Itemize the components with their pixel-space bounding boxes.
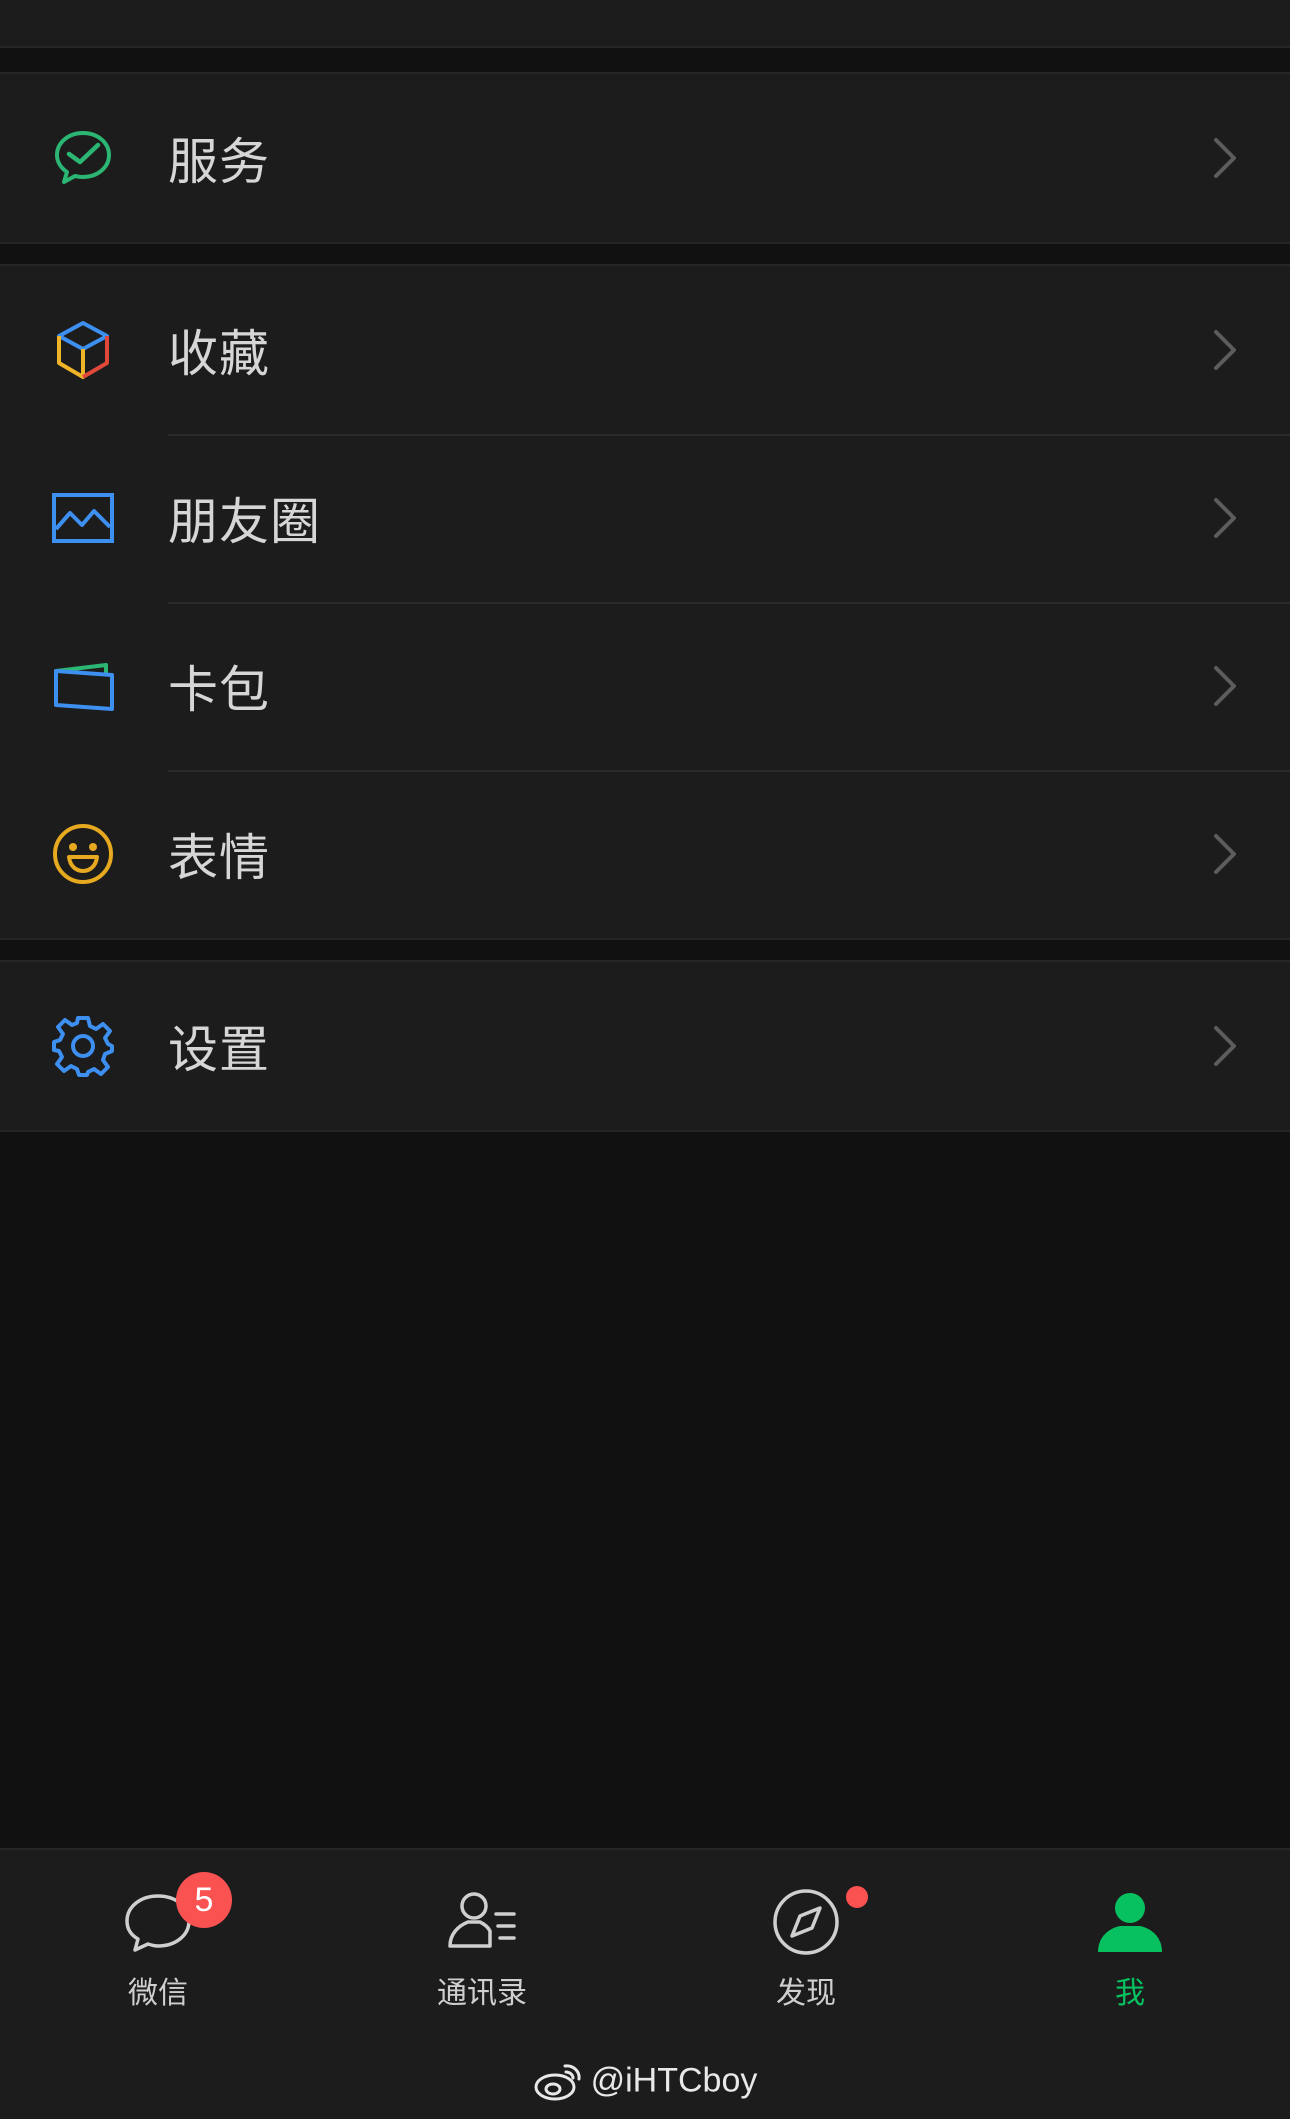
top-strip <box>0 0 1290 48</box>
smiley-icon <box>50 821 116 887</box>
menu-item-settings[interactable]: 设置 <box>0 962 1290 1130</box>
group-settings: 设置 <box>0 960 1290 1132</box>
chevron-right-icon <box>1210 496 1240 540</box>
image-icon <box>50 485 116 551</box>
group-main: 收藏 朋友圈 卡包 表情 <box>0 264 1290 940</box>
tab-discover[interactable]: 发现 <box>706 1872 906 2012</box>
chevron-right-icon <box>1210 832 1240 876</box>
chevron-right-icon <box>1210 328 1240 372</box>
new-dot-badge <box>846 1886 868 1908</box>
compass-icon <box>766 1882 846 1962</box>
chevron-right-icon <box>1210 136 1240 180</box>
tab-me[interactable]: 我 <box>1030 1872 1230 2012</box>
watermark-text: @iHTCboy <box>590 2061 758 2100</box>
gear-icon <box>50 1013 116 1079</box>
wallet-card-icon <box>50 653 116 719</box>
group-services: 服务 <box>0 72 1290 244</box>
tab-label-me: 我 <box>1115 1976 1145 2011</box>
weibo-icon <box>533 2060 585 2102</box>
wechat-pay-icon <box>50 125 116 191</box>
menu-item-favorites[interactable]: 收藏 <box>0 266 1290 434</box>
menu-label-favorites: 收藏 <box>168 325 270 383</box>
tab-label-contacts: 通讯录 <box>437 1976 527 2011</box>
tab-chats[interactable]: 5 微信 <box>58 1872 258 2012</box>
menu-label-settings: 设置 <box>168 1021 270 1079</box>
tab-contacts[interactable]: 通讯录 <box>382 1872 582 2012</box>
unread-badge: 5 <box>176 1872 232 1928</box>
menu-label-stickers: 表情 <box>168 829 270 887</box>
chevron-right-icon <box>1210 664 1240 708</box>
watermark: @iHTCboy <box>0 2060 1290 2102</box>
menu-item-stickers[interactable]: 表情 <box>0 770 1290 938</box>
tab-label-discover: 发现 <box>776 1976 836 2011</box>
contacts-icon <box>442 1882 522 1962</box>
me-screen: 服务 收藏 朋友圈 卡包 表情 设置 5 微信 通讯录 发现 我 @iHTCbo… <box>0 0 1290 2119</box>
menu-item-cards[interactable]: 卡包 <box>0 602 1290 770</box>
person-icon <box>1090 1882 1170 1962</box>
menu-label-services: 服务 <box>168 133 270 191</box>
menu-label-moments: 朋友圈 <box>168 493 321 551</box>
chevron-right-icon <box>1210 1024 1240 1068</box>
menu-item-moments[interactable]: 朋友圈 <box>0 434 1290 602</box>
tab-label-chats: 微信 <box>128 1976 188 2011</box>
cube-icon <box>50 317 116 383</box>
menu-label-cards: 卡包 <box>168 661 270 719</box>
menu-item-services[interactable]: 服务 <box>0 74 1290 242</box>
